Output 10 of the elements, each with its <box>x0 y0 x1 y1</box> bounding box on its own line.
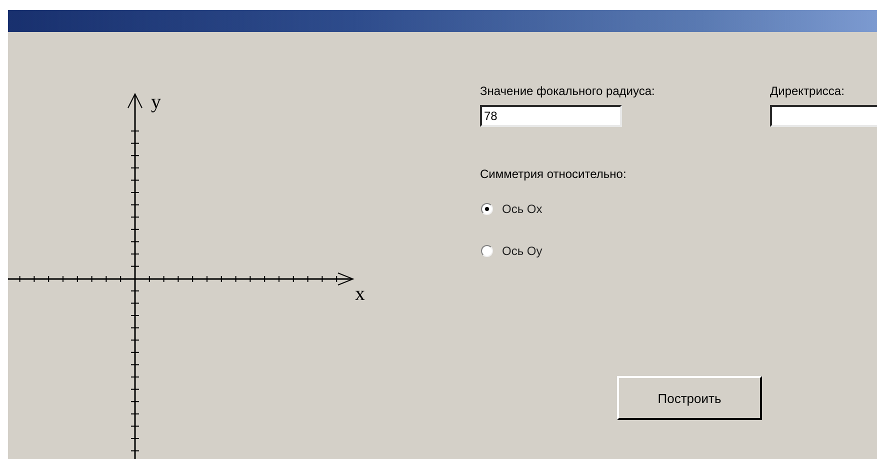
radio-option[interactable]: Ось Ox <box>481 202 542 216</box>
group-label: Симметрия относительно: <box>480 167 626 181</box>
input-field[interactable] <box>770 105 877 127</box>
field-label: Значение фокального радиуса: <box>480 84 655 98</box>
radio-option[interactable]: Ось Oy <box>481 244 542 258</box>
field-label: Директрисса: <box>770 84 844 98</box>
build-button[interactable]: Построить <box>617 376 762 420</box>
axis-label: x <box>355 283 365 305</box>
input-field[interactable]: 78 <box>480 105 622 127</box>
axis-label: y <box>151 91 161 113</box>
